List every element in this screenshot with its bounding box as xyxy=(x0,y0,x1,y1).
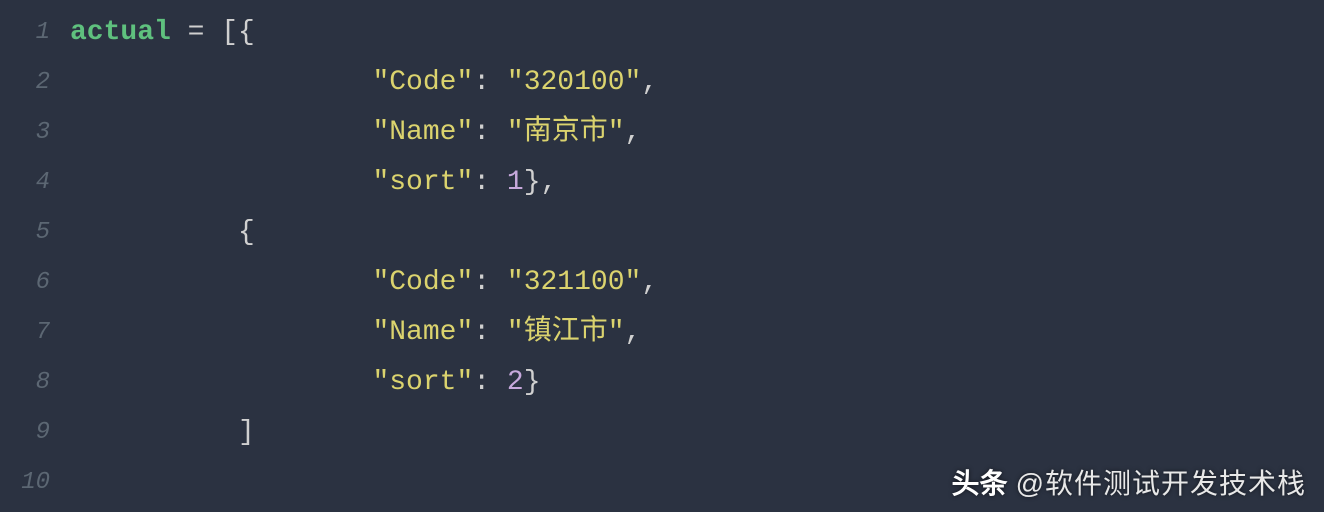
line-number: 3 xyxy=(0,108,50,158)
code-line: "Code": "320100", xyxy=(70,58,1324,108)
watermark-source: 头条 xyxy=(952,462,1008,502)
code-line: "sort": 2} xyxy=(70,358,1324,408)
json-value-number: 1 xyxy=(507,167,524,198)
colon: : xyxy=(473,367,507,398)
comma: , xyxy=(625,317,642,348)
indent xyxy=(70,117,372,148)
line-number: 5 xyxy=(0,208,50,258)
indent xyxy=(70,167,372,198)
line-number: 10 xyxy=(0,458,50,508)
json-value-string: "镇江市" xyxy=(507,317,625,348)
open-brace: { xyxy=(238,217,255,248)
indent xyxy=(70,317,372,348)
json-key: "Name" xyxy=(372,317,473,348)
line-number: 8 xyxy=(0,358,50,408)
comma: , xyxy=(625,117,642,148)
indent xyxy=(70,217,238,248)
code-line: "Name": "镇江市", xyxy=(70,308,1324,358)
assignment-operator: = xyxy=(171,17,221,48)
json-value-string: "320100" xyxy=(507,67,641,98)
line-number: 4 xyxy=(0,158,50,208)
code-editor[interactable]: 1 2 3 4 5 6 7 8 9 10 actual = [{ "Code":… xyxy=(0,0,1324,512)
colon: : xyxy=(473,67,507,98)
watermark: 头条 @软件测试开发技术栈 xyxy=(952,462,1306,502)
indent xyxy=(70,417,238,448)
indent xyxy=(70,267,372,298)
code-line: "sort": 1}, xyxy=(70,158,1324,208)
code-content[interactable]: actual = [{ "Code": "320100", "Name": "南… xyxy=(70,0,1324,512)
colon: : xyxy=(473,267,507,298)
open-bracket: [{ xyxy=(221,17,255,48)
code-line: actual = [{ xyxy=(70,8,1324,58)
line-number: 2 xyxy=(0,58,50,108)
indent xyxy=(70,67,372,98)
colon: : xyxy=(473,117,507,148)
code-line: { xyxy=(70,208,1324,258)
line-number-gutter: 1 2 3 4 5 6 7 8 9 10 xyxy=(0,0,70,512)
code-line: ] xyxy=(70,408,1324,458)
line-number: 7 xyxy=(0,308,50,358)
json-key: "sort" xyxy=(372,167,473,198)
json-value-number: 2 xyxy=(507,367,524,398)
json-key: "Code" xyxy=(372,67,473,98)
code-line: "Code": "321100", xyxy=(70,258,1324,308)
close-bracket: ] xyxy=(238,417,255,448)
close-brace: } xyxy=(524,367,541,398)
line-number: 1 xyxy=(0,8,50,58)
code-line: "Name": "南京市", xyxy=(70,108,1324,158)
json-value-string: "321100" xyxy=(507,267,641,298)
comma: , xyxy=(641,267,658,298)
colon: : xyxy=(473,167,507,198)
close-brace-comma: }, xyxy=(524,167,558,198)
json-value-string: "南京市" xyxy=(507,117,625,148)
indent xyxy=(70,367,372,398)
json-key: "sort" xyxy=(372,367,473,398)
comma: , xyxy=(641,67,658,98)
line-number: 6 xyxy=(0,258,50,308)
watermark-handle: @软件测试开发技术栈 xyxy=(1016,462,1306,502)
json-key: "Name" xyxy=(372,117,473,148)
colon: : xyxy=(473,317,507,348)
line-number: 9 xyxy=(0,408,50,458)
variable-name: actual xyxy=(70,17,171,48)
json-key: "Code" xyxy=(372,267,473,298)
